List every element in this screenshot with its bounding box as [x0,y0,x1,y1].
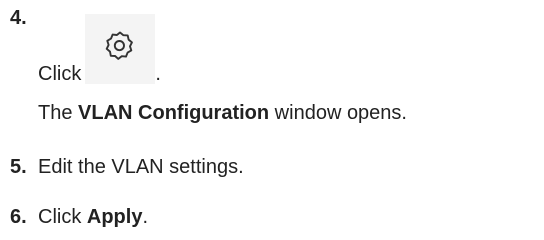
step-6-number: 6. [10,206,27,228]
step-4-number: 4. [10,7,27,29]
step-4-result-suffix: window opens. [269,102,407,124]
step-6-line: Click Apply. [38,205,148,229]
step-4-click-period: . [155,63,161,85]
step-4-result-prefix: The [38,102,79,124]
apply-label: Apply [86,206,143,228]
step-4-result: The VLAN Configuration window opens. [38,101,407,125]
window-name: VLAN Configuration [78,102,270,124]
step-6-suffix: . [142,206,149,228]
gear-icon [106,31,134,60]
step-4-click-text: Click [38,63,82,85]
settings-button[interactable] [85,14,156,84]
procedure-steps: 4. Click . The VLAN Configuration window… [0,0,544,240]
step-4-click-line: Click . [38,14,161,86]
step-5-number: 5. [10,156,27,178]
step-6-prefix: Click [38,206,87,228]
step-5-text: Edit the VLAN settings. [38,156,244,178]
